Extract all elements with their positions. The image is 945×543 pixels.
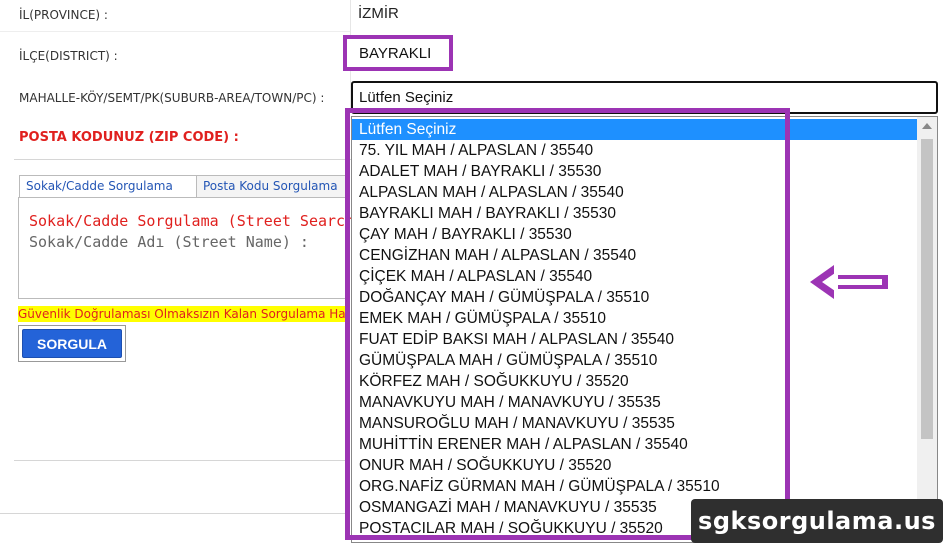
dropdown-option[interactable]: Lütfen Seçiniz — [352, 119, 917, 140]
panel-title: Sokak/Cadde Sorgulama (Street Search) — [29, 212, 364, 230]
tab-postal-code-search[interactable]: Posta Kodu Sorgulama — [196, 175, 350, 197]
dropdown-option[interactable]: MUHİTTİN ERENER MAH / ALPASLAN / 35540 — [352, 434, 917, 455]
dropdown-option[interactable]: ALPASLAN MAH / ALPASLAN / 35540 — [352, 182, 917, 203]
footer-divider — [0, 513, 350, 514]
section-divider — [14, 159, 354, 160]
security-warning: Güvenlik Doğrulaması Olmaksızın Kalan So… — [18, 306, 348, 322]
dropdown-option[interactable]: MANSUROĞLU MAH / MANAVKUYU / 35535 — [352, 413, 917, 434]
scroll-up-arrow-icon[interactable] — [922, 123, 932, 129]
site-watermark: sgksorgulama.us — [691, 499, 943, 543]
dropdown-option[interactable]: ORG.NAFİZ GÜRMAN MAH / GÜMÜŞPALA / 35510 — [352, 476, 917, 497]
district-field[interactable]: BAYRAKLI — [343, 35, 453, 71]
neighborhood-dropdown-list[interactable]: Lütfen Seçiniz 75. YIL MAH / ALPASLAN / … — [351, 116, 938, 543]
row-divider — [0, 31, 350, 32]
dropdown-option[interactable]: FUAT EDİP BAKSI MAH / ALPASLAN / 35540 — [352, 329, 917, 350]
tab-postal-code-search-label: Posta Kodu Sorgulama — [203, 179, 338, 193]
dropdown-option[interactable]: 75. YIL MAH / ALPASLAN / 35540 — [352, 140, 917, 161]
street-name-label: Sokak/Cadde Adı (Street Name) : — [29, 233, 309, 251]
tab-street-search[interactable]: Sokak/Cadde Sorgulama — [19, 175, 197, 197]
dropdown-option[interactable]: KÖRFEZ MAH / SOĞUKKUYU / 35520 — [352, 371, 917, 392]
province-label: İL(PROVINCE) : — [19, 8, 108, 22]
neighborhood-label: MAHALLE-KÖY/SEMT/PK(SUBURB-AREA/TOWN/PC)… — [19, 91, 325, 105]
bottom-divider — [14, 460, 350, 461]
dropdown-option[interactable]: ADALET MAH / BAYRAKLI / 35530 — [352, 161, 917, 182]
tab-street-search-label: Sokak/Cadde Sorgulama — [26, 179, 173, 193]
query-button-frame: SORGULA — [18, 325, 126, 362]
query-button[interactable]: SORGULA — [22, 329, 122, 358]
scrollbar-thumb[interactable] — [921, 139, 933, 439]
dropdown-option[interactable]: ONUR MAH / SOĞUKKUYU / 35520 — [352, 455, 917, 476]
dropdown-option[interactable]: GÜMÜŞPALA MAH / GÜMÜŞPALA / 35510 — [352, 350, 917, 371]
neighborhood-select[interactable]: Lütfen Seçiniz — [351, 81, 938, 114]
district-value: BAYRAKLI — [359, 44, 432, 62]
street-search-panel: Sokak/Cadde Sorgulama (Street Search) So… — [18, 197, 363, 299]
dropdown-option[interactable]: BAYRAKLI MAH / BAYRAKLI / 35530 — [352, 203, 917, 224]
dropdown-option[interactable]: ÇAY MAH / BAYRAKLI / 35530 — [352, 224, 917, 245]
neighborhood-selected-value: Lütfen Seçiniz — [359, 89, 454, 106]
dropdown-option[interactable]: EMEK MAH / GÜMÜŞPALA / 35510 — [352, 308, 917, 329]
dropdown-option[interactable]: MANAVKUYU MAH / MANAVKUYU / 35535 — [352, 392, 917, 413]
dropdown-scrollbar[interactable] — [917, 117, 937, 542]
zip-code-label: POSTA KODUNUZ (ZIP CODE) : — [19, 130, 239, 145]
left-arrow-icon — [810, 265, 888, 299]
province-value: İZMİR — [358, 5, 399, 22]
district-label: İLÇE(DISTRICT) : — [19, 49, 118, 63]
